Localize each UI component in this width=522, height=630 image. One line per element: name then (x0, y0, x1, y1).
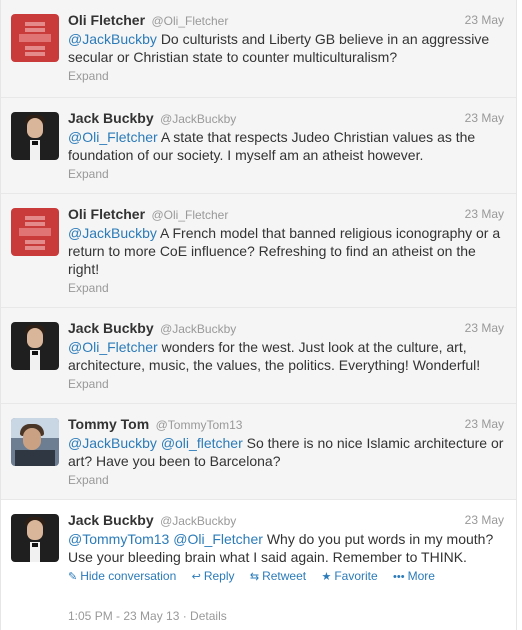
tweet-text: @Oli_Fletcher A state that respects Jude… (68, 128, 504, 164)
mention-link[interactable]: @TommyTom13 (68, 531, 169, 547)
retweet-label: Retweet (262, 569, 307, 583)
tweet[interactable]: Jack Buckby @JackBuckby 23 May @Oli_Flet… (1, 308, 516, 404)
favorite-button[interactable]: ★ Favorite (321, 569, 377, 583)
avatar[interactable] (11, 208, 59, 256)
tweet-text: @JackBuckby A French model that banned r… (68, 224, 504, 278)
mention-link[interactable]: @Oli_Fletcher (173, 531, 263, 547)
tweet-text: @Oli_Fletcher wonders for the west. Just… (68, 338, 504, 374)
reply-label: Reply (203, 569, 235, 583)
expand-link[interactable]: Expand (68, 471, 504, 489)
tweet[interactable]: Jack Buckby @JackBuckby 23 May @TommyTom… (1, 500, 516, 630)
conversation-timeline: Oli Fletcher @Oli_Fletcher 23 May @JackB… (0, 0, 517, 630)
tweet-date[interactable]: 23 May (465, 414, 504, 434)
tweet-header: Jack Buckby @JackBuckby 23 May (68, 318, 504, 338)
tweet-header: Oli Fletcher @Oli_Fletcher 23 May (68, 10, 504, 30)
tweet[interactable]: Oli Fletcher @Oli_Fletcher 23 May @JackB… (1, 194, 516, 308)
mention-link[interactable]: @JackBuckby (68, 225, 157, 241)
retweet-icon: ⇆ (249, 571, 260, 583)
more-button[interactable]: ••• More (393, 569, 435, 583)
tweet-date[interactable]: 23 May (465, 510, 504, 530)
tweet-header: Tommy Tom @TommyTom13 23 May (68, 414, 504, 434)
user-name[interactable]: Tommy Tom (68, 416, 149, 432)
avatar[interactable] (11, 322, 59, 370)
mention-link[interactable]: @JackBuckby (68, 435, 157, 451)
tweet-header: Oli Fletcher @Oli_Fletcher 23 May (68, 204, 504, 224)
user-handle[interactable]: @JackBuckby (160, 514, 236, 528)
tweet[interactable]: Jack Buckby @JackBuckby 23 May @Oli_Flet… (1, 98, 516, 194)
tweet-header: Jack Buckby @JackBuckby 23 May (68, 510, 504, 530)
user-handle[interactable]: @TommyTom13 (156, 418, 243, 432)
user-name[interactable]: Oli Fletcher (68, 206, 145, 222)
user-name[interactable]: Oli Fletcher (68, 12, 145, 28)
avatar[interactable] (11, 514, 59, 562)
tweet-date[interactable]: 23 May (465, 318, 504, 338)
hide-conversation-label: Hide conversation (80, 569, 177, 583)
mention-link[interactable]: @JackBuckby (68, 31, 157, 47)
mention-link[interactable]: @Oli_Fletcher (68, 129, 158, 145)
reply-button[interactable]: ↩ Reply (192, 569, 235, 583)
avatar[interactable] (11, 418, 59, 466)
mention-link[interactable]: @oli_fletcher (161, 435, 243, 451)
more-dots-icon: ••• (393, 571, 405, 583)
tweet-date[interactable]: 23 May (465, 204, 504, 224)
tweet-actions: ✎ Hide conversation ↩ Reply ⇆ Retweet ★ Favo… (68, 567, 504, 586)
tweet-timestamp-details[interactable]: 1:05 PM - 23 May 13 · Details (68, 607, 504, 625)
star-icon: ★ (321, 571, 332, 583)
tweet-date[interactable]: 23 May (465, 108, 504, 128)
speech-bubble-icon: ✎ (68, 571, 78, 583)
more-label: More (407, 569, 435, 583)
expand-link[interactable]: Expand (68, 279, 504, 297)
avatar[interactable] (11, 112, 59, 160)
user-handle[interactable]: @JackBuckby (160, 322, 236, 336)
tweet-header: Jack Buckby @JackBuckby 23 May (68, 108, 504, 128)
tweet-date[interactable]: 23 May (465, 10, 504, 30)
reply-arrow-icon: ↩ (191, 571, 201, 583)
user-handle[interactable]: @Oli_Fletcher (151, 208, 228, 222)
expand-link[interactable]: Expand (68, 375, 504, 393)
user-name[interactable]: Jack Buckby (68, 512, 154, 528)
tweet-text: @JackBuckby Do culturists and Liberty GB… (68, 30, 504, 66)
tweet[interactable]: Tommy Tom @TommyTom13 23 May @JackBuckby… (1, 404, 516, 500)
user-handle[interactable]: @Oli_Fletcher (151, 14, 228, 28)
hide-conversation-button[interactable]: ✎ Hide conversation (68, 569, 176, 583)
tweet-text: @JackBuckby @oli_fletcher So there is no… (68, 434, 504, 470)
mention-link[interactable]: @Oli_Fletcher (68, 339, 158, 355)
user-name[interactable]: Jack Buckby (68, 110, 154, 126)
expand-link[interactable]: Expand (68, 67, 504, 85)
expand-link[interactable]: Expand (68, 165, 504, 183)
user-name[interactable]: Jack Buckby (68, 320, 154, 336)
tweet-text: @TommyTom13 @Oli_Fletcher Why do you put… (68, 530, 504, 566)
avatar[interactable] (11, 14, 59, 62)
favorite-label: Favorite (334, 569, 378, 583)
retweet-button[interactable]: ⇆ Retweet (250, 569, 306, 583)
tweet[interactable]: Oli Fletcher @Oli_Fletcher 23 May @JackB… (1, 0, 516, 98)
user-handle[interactable]: @JackBuckby (160, 112, 236, 126)
